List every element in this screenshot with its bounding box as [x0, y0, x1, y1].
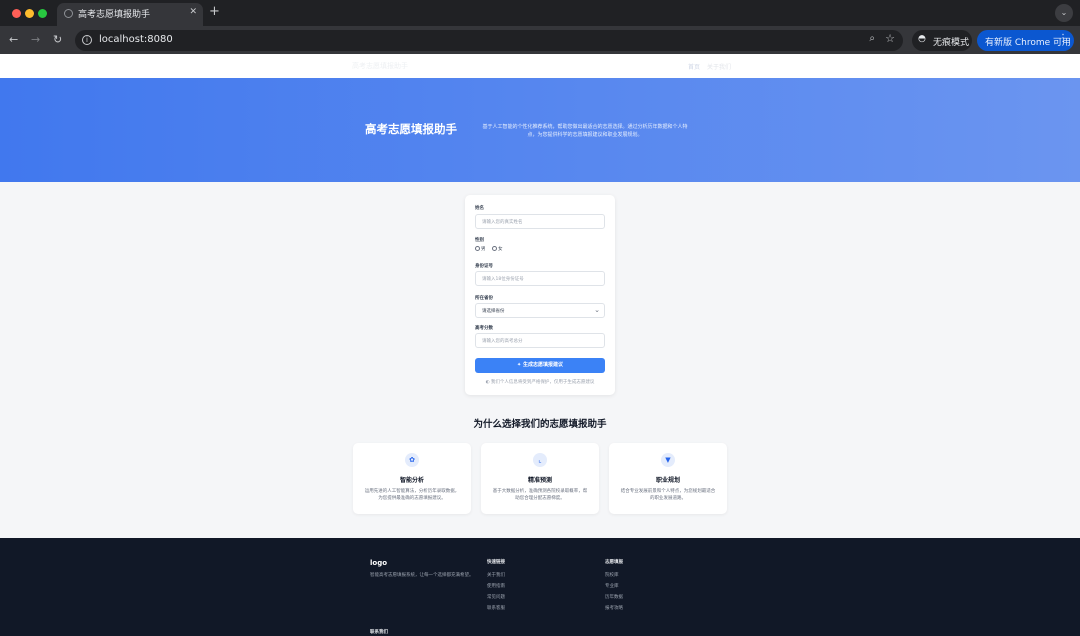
name-input[interactable]: 请输入您的真实姓名: [475, 214, 605, 229]
gender-radio-female[interactable]: 女: [492, 246, 503, 252]
footer-logo[interactable]: logo: [370, 559, 387, 567]
window-minimize-button[interactable]: [25, 9, 34, 18]
tab-title: 高考志愿填报助手: [78, 10, 151, 20]
privacy-note: ◐ 我们个人信息将受到严格保护，仅用于生成志愿建议: [485, 380, 595, 385]
application-form: 姓名 请输入您的真实姓名 性别 男 女 身份证号 请输入18位身份证号 所在省份…: [465, 195, 615, 395]
chevron-down-icon[interactable]: ⌄: [1055, 4, 1073, 22]
bookmark-star-icon[interactable]: ☆: [885, 32, 895, 45]
feature-title: 职业规划: [655, 477, 680, 484]
web-page: 高考志愿填报助手 首页 关于我们 高考志愿填报助手 基于人工智能的个性化推荐系统…: [0, 54, 1080, 636]
generate-advice-button[interactable]: ✦ 生成志愿填报建议: [475, 358, 605, 373]
browser-toolbar: ← → ↻ i localhost:8080 ⌕ ☆ ◓ 无痕模式 有新版 Ch…: [0, 26, 1080, 54]
score-input[interactable]: 请输入您的高考总分: [475, 333, 605, 348]
brain-icon: ✿: [405, 453, 419, 467]
name-placeholder: 请输入您的真实姓名: [482, 220, 523, 225]
footer-link[interactable]: 历年数据: [605, 594, 623, 600]
new-tab-button[interactable]: +: [209, 3, 220, 21]
globe-icon: [64, 9, 73, 18]
browser-tab[interactable]: 高考志愿填报助手 ✕: [57, 3, 203, 26]
feature-card-prediction: ⌞ 精准预测 基于大数据分析，准确预测各院校录取概率，帮助您合理分配志愿梯度。: [481, 443, 599, 514]
footer-quick-links-title: 快速链接: [487, 560, 505, 565]
chart-icon: ⌞: [533, 453, 547, 467]
feature-title: 精准预测: [527, 477, 552, 484]
url-text[interactable]: localhost:8080: [99, 34, 173, 45]
feature-desc: 结合专业发展前景和个人特点，为您规划最适合的职业发展道路。: [620, 489, 716, 501]
window-close-button[interactable]: [12, 9, 21, 18]
gender-radio-male[interactable]: 男: [475, 246, 486, 252]
footer-link[interactable]: 联系客服: [487, 605, 505, 611]
feature-desc: 运用先进的人工智能算法，分析历年录取数据，为您提供最准确的志愿填报建议。: [364, 489, 460, 501]
province-label: 所在省份: [475, 296, 493, 301]
zoom-icon[interactable]: ⌕: [869, 33, 875, 44]
why-section-title: 为什么选择我们的志愿填报助手: [473, 419, 607, 430]
feature-card-analysis: ✿ 智能分析 运用先进的人工智能算法，分析历年录取数据，为您提供最准确的志愿填报…: [353, 443, 471, 514]
footer-description: 智能高考志愿填报系统，让每一个选择都充满希望。: [370, 573, 474, 578]
score-label: 高考分数: [475, 326, 493, 331]
forward-button[interactable]: →: [31, 32, 40, 48]
id-placeholder: 请输入18位身份证号: [482, 277, 524, 282]
feature-title: 智能分析: [399, 477, 424, 484]
id-label: 身份证号: [475, 264, 493, 269]
footer-link[interactable]: 常见问题: [487, 594, 505, 600]
hero-description: 基于人工智能的个性化推荐系统，帮助您做出最适合的志愿选择。通过分析历年数据和个人…: [482, 124, 688, 138]
browser-tab-bar: 高考志愿填报助手 ✕ + ⌄: [0, 0, 1080, 26]
nav-link-home[interactable]: 首页: [688, 62, 700, 71]
footer-link[interactable]: 关于我们: [487, 572, 505, 578]
id-number-input[interactable]: 请输入18位身份证号: [475, 271, 605, 286]
province-select[interactable]: 请选择省份 ⌄: [475, 303, 605, 318]
hero-title: 高考志愿填报助手: [365, 122, 457, 136]
incognito-button[interactable]: ◓ 无痕模式: [912, 30, 972, 51]
info-icon[interactable]: i: [82, 35, 92, 45]
incognito-icon: ◓: [918, 34, 926, 44]
chevron-down-icon: ⌄: [594, 306, 600, 314]
footer-contact-title: 联系我们: [370, 630, 388, 635]
window-zoom-button[interactable]: [38, 9, 47, 18]
generate-advice-label: 生成志愿填报建议: [522, 362, 563, 368]
back-button[interactable]: ←: [9, 32, 18, 48]
briefcase-icon: ▼: [661, 453, 675, 467]
gender-label: 性别: [475, 238, 484, 243]
footer-link[interactable]: 院校库: [605, 572, 619, 578]
close-icon[interactable]: ✕: [189, 7, 197, 17]
more-vert-icon[interactable]: ⋮: [1058, 33, 1068, 44]
footer-application-title: 志愿填报: [605, 560, 623, 565]
feature-desc: 基于大数据分析，准确预测各院校录取概率，帮助您合理分配志愿梯度。: [492, 489, 588, 501]
incognito-label: 无痕模式: [933, 38, 970, 48]
name-label: 姓名: [475, 206, 484, 211]
hero-banner: 高考志愿填报助手 基于人工智能的个性化推荐系统，帮助您做出最适合的志愿选择。通过…: [0, 78, 1080, 182]
address-bar[interactable]: i localhost:8080 ⌕ ☆: [75, 30, 903, 51]
footer-link[interactable]: 报考攻略: [605, 605, 623, 611]
footer-link[interactable]: 专业库: [605, 583, 619, 589]
feature-card-career: ▼ 职业规划 结合专业发展前景和个人特点，为您规划最适合的职业发展道路。: [609, 443, 727, 514]
update-chrome-button[interactable]: 有新版 Chrome 可用 ⋮: [977, 30, 1074, 51]
footer-link[interactable]: 使用指南: [487, 583, 505, 589]
site-brand[interactable]: 高考志愿填报助手: [352, 61, 408, 71]
site-footer: logo 智能高考志愿填报系统，让每一个选择都充满希望。 快速链接 关于我们 使…: [0, 538, 1080, 636]
reload-button[interactable]: ↻: [53, 32, 62, 48]
score-placeholder: 请输入您的高考总分: [482, 339, 523, 344]
site-header: 高考志愿填报助手 首页 关于我们: [0, 54, 1080, 78]
nav-link-about[interactable]: 关于我们: [707, 62, 731, 71]
province-placeholder: 请选择省份: [482, 309, 505, 314]
